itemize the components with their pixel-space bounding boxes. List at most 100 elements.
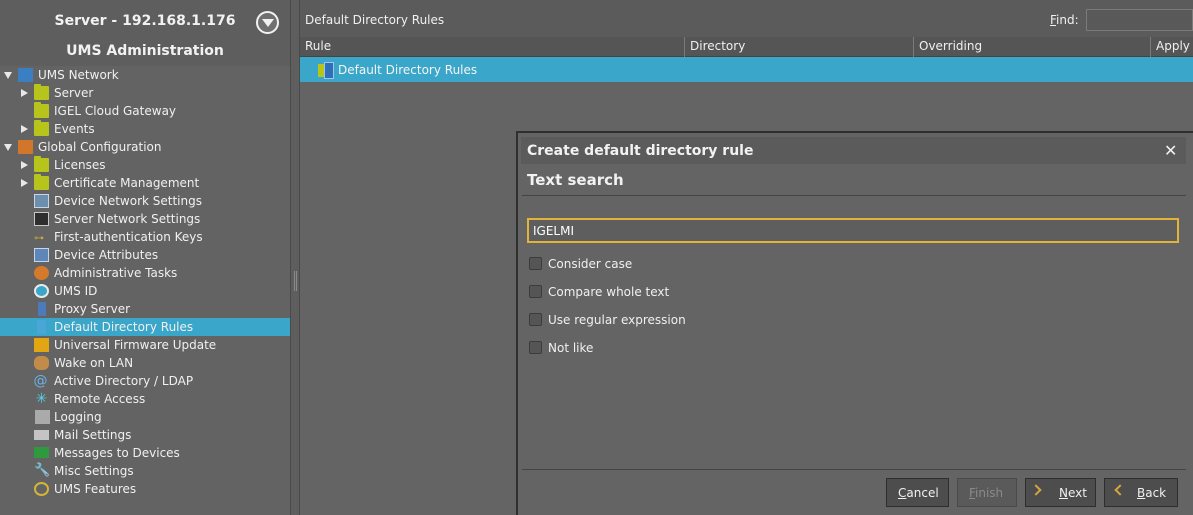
tree-item-remote-access[interactable]: ✳ Remote Access — [0, 390, 290, 408]
folder-icon — [34, 156, 49, 172]
monitor-icon — [34, 194, 49, 208]
firmware-icon — [34, 338, 49, 352]
tree-item-mail-settings[interactable]: Mail Settings — [0, 426, 290, 444]
wrench-icon: 🔧 — [34, 463, 51, 478]
dialog-title: Create default directory rule — [527, 143, 754, 159]
tree-item-events[interactable]: Events — [0, 120, 290, 138]
server-title: Server - 192.168.1.176 — [54, 13, 236, 29]
at-sign-icon: @ — [33, 373, 48, 389]
expand-arrow-icon[interactable] — [4, 72, 12, 79]
server-icon — [34, 212, 49, 226]
column-header-overriding[interactable]: Overriding — [914, 37, 1151, 57]
tree-item-label: Licenses — [54, 158, 106, 172]
tree-item-licenses[interactable]: Licenses — [0, 156, 290, 174]
compare-whole-text-checkbox[interactable] — [529, 285, 542, 298]
tree-item-label: Misc Settings — [54, 464, 134, 478]
cancel-label-text: ancel — [906, 486, 939, 500]
row-label: Default Directory Rules — [338, 63, 478, 77]
ums-id-icon — [34, 284, 49, 298]
tree-item-igel-cloud-gateway[interactable]: IGEL Cloud Gateway — [0, 102, 290, 120]
directory-rules-icon — [37, 320, 46, 334]
tree-item-label: UMS Network — [38, 68, 119, 82]
tree-item-misc-settings[interactable]: 🔧 Misc Settings — [0, 462, 290, 480]
tree-item-universal-firmware-update[interactable]: Universal Firmware Update — [0, 336, 290, 354]
use-regular-expression-label[interactable]: Use regular expression — [548, 313, 686, 327]
chevron-right-icon — [1030, 484, 1042, 496]
gear-icon — [34, 482, 49, 496]
back-button[interactable]: Back — [1104, 478, 1178, 507]
collapsed-arrow-icon[interactable] — [21, 125, 28, 133]
consider-case-checkbox[interactable] — [529, 257, 542, 270]
back-button-label: Back — [1137, 486, 1166, 500]
not-like-label[interactable]: Not like — [548, 341, 593, 355]
tree-item-ums-network[interactable]: UMS Network — [0, 66, 290, 84]
ums-network-icon — [18, 68, 33, 82]
close-icon[interactable]: ✕ — [1164, 141, 1177, 160]
next-button-label: Next — [1059, 486, 1087, 500]
tree-item-label: Administrative Tasks — [54, 266, 178, 280]
collapse-button[interactable] — [256, 11, 279, 34]
tree-item-ums-features[interactable]: UMS Features — [0, 480, 290, 498]
dialog-titlebar: Create default directory rule ✕ — [521, 137, 1186, 164]
search-text-input[interactable] — [527, 218, 1179, 243]
tree-item-administrative-tasks[interactable]: Administrative Tasks — [0, 264, 290, 282]
column-header-rule[interactable]: Rule — [300, 37, 685, 57]
key-icon: ⊶ — [34, 233, 44, 244]
collapsed-arrow-icon[interactable] — [21, 89, 28, 97]
sidebar-header: Server - 192.168.1.176 UMS Administratio… — [0, 0, 290, 66]
next-mnemonic: N — [1059, 486, 1068, 500]
tree-item-label: Messages to Devices — [54, 446, 180, 460]
tree-item-label: IGEL Cloud Gateway — [54, 104, 177, 118]
column-header-apply-on[interactable]: Apply on — [1151, 37, 1193, 57]
not-like-checkbox[interactable] — [529, 341, 542, 354]
tree-item-label: Mail Settings — [54, 428, 132, 442]
tree-item-proxy-server[interactable]: Proxy Server — [0, 300, 290, 318]
splitter-grip-icon[interactable] — [294, 271, 297, 291]
next-button[interactable]: Next — [1025, 478, 1096, 507]
collapsed-arrow-icon[interactable] — [21, 161, 28, 169]
tree-item-label: Universal Firmware Update — [54, 338, 217, 352]
wake-on-lan-icon — [34, 356, 49, 370]
tree-item-global-configuration[interactable]: Global Configuration — [0, 138, 290, 156]
use-regular-expression-checkbox[interactable] — [529, 313, 542, 326]
tree-item-label: First-authentication Keys — [54, 230, 203, 244]
tree-item-first-authentication-keys[interactable]: ⊶ First-authentication Keys — [0, 228, 290, 246]
tree-item-label: Proxy Server — [54, 302, 131, 316]
tree-item-default-directory-rules[interactable]: Default Directory Rules — [0, 318, 290, 336]
tree-item-server[interactable]: Server — [0, 84, 290, 102]
tree-item-device-attributes[interactable]: Device Attributes — [0, 246, 290, 264]
tree-item-device-network-settings[interactable]: Device Network Settings — [0, 192, 290, 210]
cancel-button[interactable]: Cancel — [886, 478, 949, 507]
finish-button[interactable]: Finish — [957, 478, 1017, 507]
chevron-left-icon — [1114, 484, 1126, 496]
tree-item-certificate-management[interactable]: Certificate Management — [0, 174, 290, 192]
dialog-subtitle: Text search — [527, 171, 624, 189]
tree-item-ums-id[interactable]: UMS ID — [0, 282, 290, 300]
message-icon — [34, 447, 49, 458]
tree-item-server-network-settings[interactable]: Server Network Settings — [0, 210, 290, 228]
expand-arrow-icon[interactable] — [4, 144, 12, 151]
attributes-icon — [34, 248, 49, 262]
tree-item-label: Events — [54, 122, 95, 136]
tree-item-logging[interactable]: Logging — [0, 408, 290, 426]
find-input[interactable] — [1086, 9, 1193, 31]
table-row[interactable]: Default Directory Rules — [300, 57, 1193, 82]
next-label-text: ext — [1067, 486, 1087, 500]
global-configuration-icon — [18, 140, 33, 154]
table-header: Rule Directory Overriding Apply on — [300, 37, 1193, 57]
tree-item-wake-on-lan[interactable]: Wake on LAN — [0, 354, 290, 372]
find-label-text: ind: — [1056, 13, 1079, 27]
folder-icon — [34, 120, 49, 136]
find-label: Find: — [1050, 13, 1079, 27]
consider-case-label[interactable]: Consider case — [548, 257, 632, 271]
tree-item-messages-to-devices[interactable]: Messages to Devices — [0, 444, 290, 462]
compare-whole-text-label[interactable]: Compare whole text — [548, 285, 669, 299]
log-icon — [35, 410, 50, 424]
collapsed-arrow-icon[interactable] — [21, 179, 28, 187]
tree-item-label: Wake on LAN — [54, 356, 134, 370]
tree-item-active-directory-ldap[interactable]: @ Active Directory / LDAP — [0, 372, 290, 390]
tree-item-label: Global Configuration — [38, 140, 162, 154]
column-header-directory[interactable]: Directory — [685, 37, 914, 57]
panel-splitter[interactable] — [291, 0, 300, 515]
tree-item-label: Certificate Management — [54, 176, 200, 190]
